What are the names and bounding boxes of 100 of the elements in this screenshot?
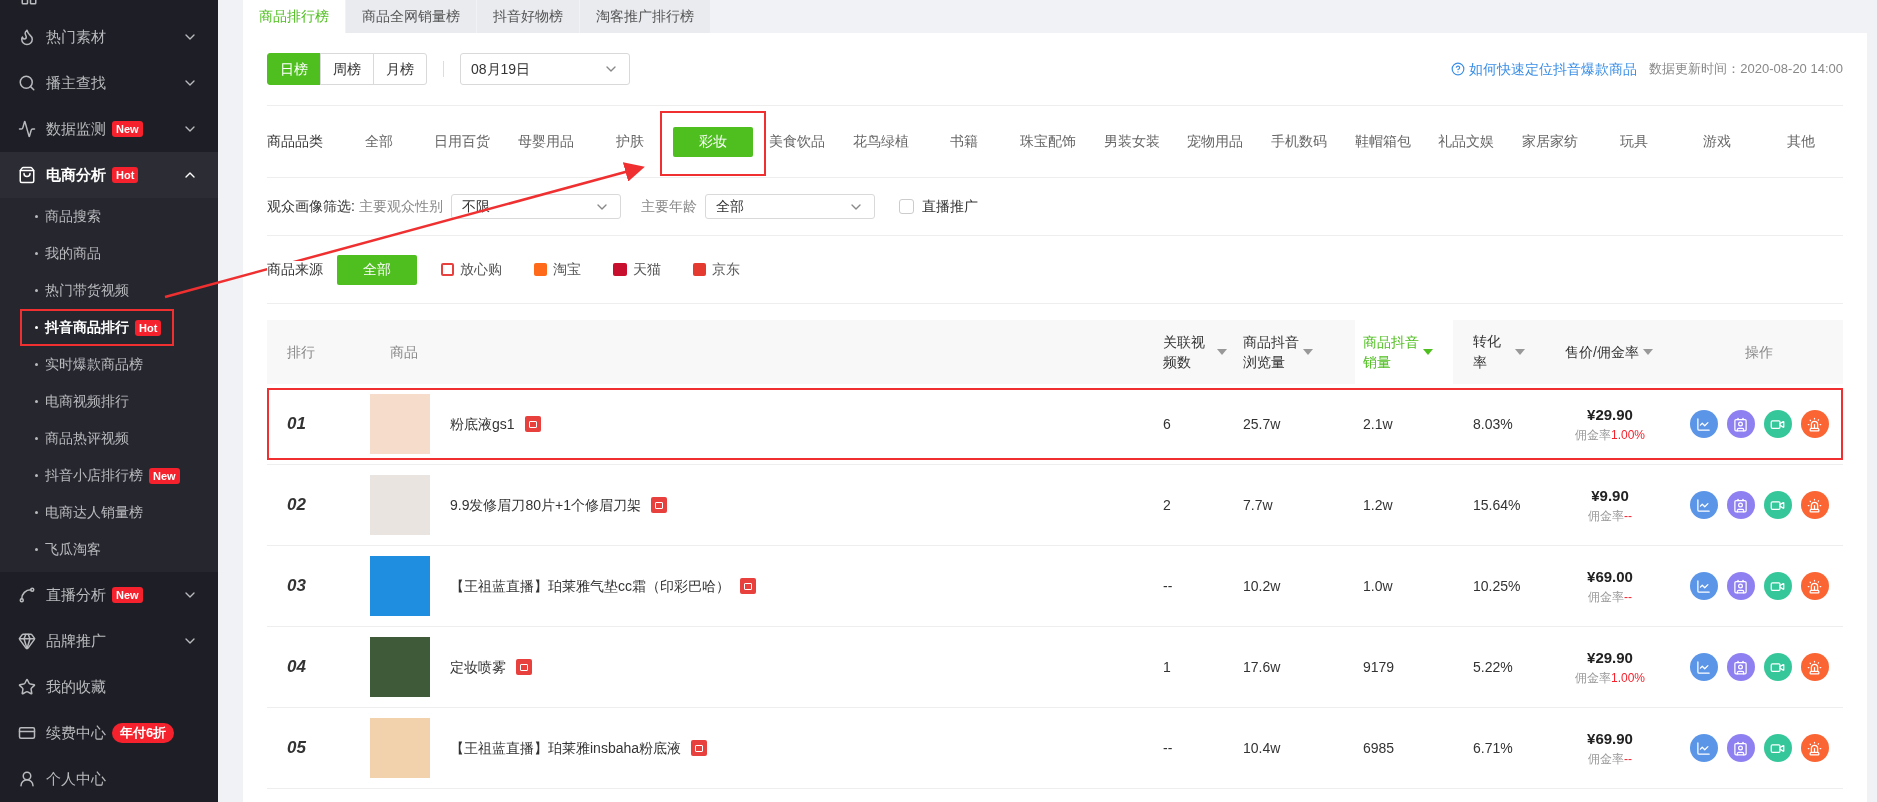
sidebar-item[interactable]: 个人中心 [0, 756, 218, 802]
video-button[interactable] [1763, 572, 1792, 600]
date-select[interactable]: 08月19日 [460, 53, 630, 85]
category-option[interactable]: 男装女装 [1095, 126, 1168, 157]
field-label: 主要观众性别 [358, 197, 443, 216]
trend-chart-button[interactable] [1689, 491, 1718, 519]
table-cell-text: 25.7w [1242, 414, 1282, 434]
person-button[interactable] [1726, 491, 1755, 519]
product-title[interactable]: 【王祖蓝直播】珀莱雅insbaha粉底液 [450, 737, 682, 759]
line-chart-icon [1696, 659, 1711, 675]
product-title[interactable]: 粉底液gs1 [450, 413, 515, 435]
category-option[interactable]: 家居家纺 [1514, 126, 1587, 157]
submenu-item[interactable]: 商品热评视频 [0, 420, 218, 457]
bullet-icon [35, 252, 38, 255]
help-link[interactable]: 如何快速定位抖音爆款商品 [1451, 58, 1638, 80]
submenu-item[interactable]: 抖音商品排行 Hot [0, 309, 218, 346]
category-option[interactable]: 珠宝配饰 [1012, 126, 1085, 157]
period-button[interactable]: 月榜 [373, 53, 427, 85]
alarm-light-button[interactable] [1800, 653, 1829, 681]
submenu-item[interactable]: 电商达人销量榜 [0, 494, 218, 531]
submenu-label: 我的商品 [45, 244, 101, 263]
category-option[interactable]: 手机数码 [1263, 126, 1336, 157]
trend-chart-button[interactable] [1689, 653, 1718, 681]
sidebar-item[interactable]: 续费中心 年付6折 [0, 710, 218, 756]
shop-bag-icon [524, 416, 541, 432]
submenu-item[interactable]: 我的商品 [0, 235, 218, 272]
person-button[interactable] [1726, 572, 1755, 600]
tab[interactable]: 商品全网销量榜 [346, 0, 476, 33]
source-option[interactable]: 放心购 [433, 254, 510, 285]
person-button[interactable] [1726, 653, 1755, 681]
column-header[interactable]: 关联视频数 [1155, 320, 1235, 384]
tab[interactable]: 抖音好物榜 [477, 0, 579, 33]
trend-chart-button[interactable] [1689, 734, 1718, 762]
line-chart-icon [1696, 497, 1711, 513]
video-button[interactable] [1763, 491, 1792, 519]
submenu-item[interactable]: 抖音小店排行榜 New [0, 457, 218, 494]
person-button[interactable] [1726, 410, 1755, 438]
category-option[interactable]: 玩具 [1611, 126, 1656, 157]
category-option[interactable]: 鞋帽箱包 [1346, 126, 1419, 157]
sidebar-item[interactable]: 播主查找 [0, 60, 218, 106]
sidebar-item[interactable]: 我的收藏 [0, 664, 218, 710]
category-option[interactable]: 游戏 [1695, 126, 1740, 157]
trend-chart-button[interactable] [1689, 410, 1718, 438]
person-button[interactable] [1726, 734, 1755, 762]
source-option[interactable]: 天猫 [605, 254, 669, 285]
video-button[interactable] [1763, 653, 1792, 681]
person-icon [1733, 578, 1748, 594]
column-header[interactable]: 售价/佣金率 [1545, 320, 1675, 384]
category-option[interactable]: 全部 [356, 126, 401, 157]
product-title[interactable]: 【王祖蓝直播】珀莱雅气垫cc霜（印彩巴哈） [450, 575, 730, 597]
category-option[interactable]: 书籍 [942, 126, 987, 157]
sidebar-item[interactable]: 热门素材 [0, 14, 218, 60]
product-title[interactable]: 定妆喷雾 [450, 656, 506, 678]
alarm-light-button[interactable] [1800, 410, 1829, 438]
commission-label: 佣金率-- [1588, 508, 1632, 526]
sidebar-label: 热门素材 [46, 26, 106, 47]
table-cell-text: -- [1162, 738, 1174, 758]
sidebar-item[interactable]: 电商分析 Hot [0, 152, 218, 198]
age-select[interactable]: 全部 [704, 194, 875, 219]
category-option[interactable]: 美食饮品 [761, 126, 834, 157]
column-header[interactable]: 转化率 [1453, 320, 1545, 384]
alarm-light-button[interactable] [1800, 491, 1829, 519]
rank: 05 [286, 737, 307, 760]
price: ¥9.90 [1591, 485, 1629, 506]
video-button[interactable] [1763, 734, 1792, 762]
commission-label: 佣金率1.00% [1575, 427, 1645, 445]
submenu-item[interactable]: 热门带货视频 [0, 272, 218, 309]
shop-bag-icon [691, 740, 708, 756]
photo-placeholder [370, 394, 430, 454]
category-option[interactable]: 其他 [1779, 126, 1824, 157]
filter-label: 观众画像筛选: [267, 197, 355, 216]
alarm-light-button[interactable] [1800, 734, 1829, 762]
sidebar-item[interactable]: 直播分析 New [0, 572, 218, 618]
shop-bag-icon [516, 659, 532, 675]
line-chart-icon [1696, 578, 1711, 594]
column-header[interactable]: 商品抖音浏览量 [1235, 320, 1355, 384]
tab[interactable]: 淘客推广排行榜 [580, 0, 710, 33]
submenu-item[interactable]: 商品搜索 [0, 198, 218, 235]
source-option[interactable]: 京东 [685, 254, 748, 285]
trend-chart-button[interactable] [1689, 572, 1718, 600]
category-option[interactable]: 护肤 [607, 126, 652, 157]
checkbox-label: 直播推广 [921, 197, 978, 216]
submenu-item[interactable]: 实时爆款商品榜 [0, 346, 218, 383]
video-button[interactable] [1763, 410, 1792, 438]
source-option[interactable]: 淘宝 [526, 254, 589, 285]
category-option[interactable]: 花鸟绿植 [844, 126, 917, 157]
checkbox[interactable] [898, 199, 914, 214]
product-title[interactable]: 9.9发修眉刀80片+1个修眉刀架 [450, 494, 641, 516]
submenu-item[interactable]: 电商视频排行 [0, 383, 218, 420]
category-option[interactable]: 礼品文娱 [1430, 126, 1503, 157]
sidebar-item[interactable]: 数据监测 New [0, 106, 218, 152]
table-cell-text: 10.25% [1472, 576, 1522, 596]
submenu-item[interactable]: 飞瓜淘客 [0, 531, 218, 568]
period-button[interactable]: 周榜 [320, 53, 374, 85]
category-option[interactable]: 母婴用品 [510, 126, 583, 157]
category-option[interactable]: 宠物用品 [1179, 126, 1252, 157]
alarm-light-button[interactable] [1800, 572, 1829, 600]
photo-placeholder [370, 475, 430, 535]
category-option[interactable]: 日用百货 [426, 126, 499, 157]
sidebar-item[interactable]: 品牌推广 [0, 618, 218, 664]
